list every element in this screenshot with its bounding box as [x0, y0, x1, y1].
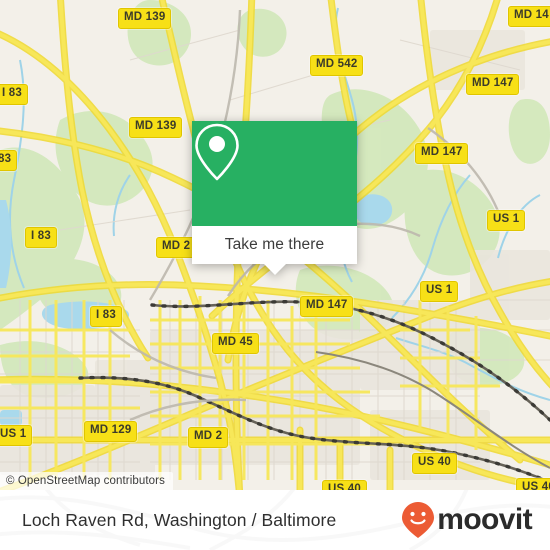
road-shield: MD 14	[508, 6, 550, 27]
take-me-there-label: Take me there	[224, 236, 325, 253]
road-shield: MD 147	[300, 296, 354, 317]
moovit-map-screen: MD 139 MD 542 MD 14 MD 147 I 83 MD 139 M…	[0, 0, 550, 550]
road-shield: MD 2	[188, 427, 229, 448]
road-shield: I 83	[90, 306, 122, 327]
road-shield: MD 2	[156, 237, 197, 258]
location-title: Loch Raven Rd, Washington / Baltimore	[22, 509, 337, 530]
road-shield: I 83	[25, 227, 57, 248]
road-shield: MD 542	[310, 55, 364, 76]
road-shield: I 83	[0, 84, 28, 105]
take-me-there-button[interactable]: Take me there	[192, 226, 357, 275]
callout-pin-panel	[192, 121, 357, 226]
road-shield: US 1	[420, 281, 459, 302]
road-shield: US 40	[412, 453, 457, 474]
road-shield: US 1	[0, 425, 33, 446]
road-shield: MD 147	[466, 74, 520, 95]
road-shield: MD 129	[84, 421, 138, 442]
footer-bar: Loch Raven Rd, Washington / Baltimore mo…	[0, 490, 550, 550]
moovit-smiley-pin-icon	[402, 502, 435, 538]
location-pin-icon	[195, 123, 239, 181]
osm-attribution[interactable]: © OpenStreetMap contributors	[0, 472, 173, 490]
road-shield: MD 139	[129, 117, 183, 138]
road-shield: MD 45	[212, 333, 259, 354]
map-canvas[interactable]: MD 139 MD 542 MD 14 MD 147 I 83 MD 139 M…	[0, 0, 550, 490]
moovit-logo[interactable]: moovit	[401, 501, 533, 539]
road-shield: US 40	[516, 478, 550, 490]
moovit-wordmark: moovit	[437, 503, 532, 536]
road-shield: 83	[0, 150, 18, 171]
destination-callout[interactable]: Take me there	[192, 121, 357, 275]
road-shield: US 1	[487, 210, 526, 231]
road-shield: MD 139	[118, 8, 172, 29]
road-shield: MD 147	[415, 143, 469, 164]
road-shield: US 40	[322, 480, 367, 490]
callout-tail	[263, 264, 286, 275]
